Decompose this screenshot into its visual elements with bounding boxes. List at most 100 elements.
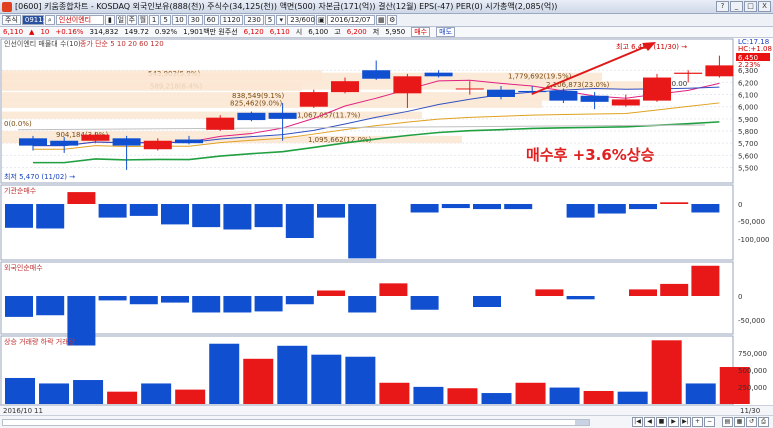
current-price: 6,110 [3, 28, 24, 36]
bar-count-input[interactable]: 23/600 [287, 15, 316, 25]
volume-bar [515, 382, 546, 404]
period-month-button[interactable]: 월 [137, 15, 148, 25]
date-axis: 2016/10 11 11/30 [0, 405, 773, 415]
sell-button[interactable]: 매도 [436, 27, 456, 37]
institution-bar [410, 204, 439, 213]
hc-label: HC:+1.08 [738, 45, 772, 53]
period-week-button[interactable]: 주 [126, 15, 137, 25]
print-icon[interactable]: ⎙ [758, 417, 769, 427]
volume-bar [39, 383, 70, 404]
volume-bar [447, 388, 478, 404]
navigation-bar: |◀ ◀ ■ ▶ ▶| + − ▤ ▦ ↺ ⎙ [0, 415, 773, 428]
first-icon[interactable]: |◀ [632, 417, 643, 427]
volume-legend: 상승 거래량 하락 거래량 [4, 337, 76, 346]
stock-chart[interactable]: 543,903(5.9%)589,218(6.4%)838,549(9.1%)8… [0, 38, 773, 405]
institution-tick-label: -50,000 [738, 218, 765, 226]
timeframe-5[interactable]: 5 [160, 15, 171, 25]
foreign-bar [161, 296, 189, 303]
trade-amount: 149.72 [124, 28, 149, 36]
institution-tick-label: 0 [738, 201, 742, 209]
institution-legend: 기관순매수 [4, 186, 37, 195]
reset-icon[interactable]: ↺ [746, 417, 757, 427]
institution-bar [473, 204, 501, 210]
volume-bar [141, 383, 172, 404]
hi-price: 6,200 [346, 28, 367, 36]
close-label: 저 [372, 28, 380, 36]
candle-body [705, 65, 734, 77]
zoom-out-icon[interactable]: − [704, 417, 715, 427]
calendar-icon[interactable]: ▦ [376, 15, 387, 25]
volume-bar [685, 383, 716, 404]
window-title: [0600] 키움종합차트 - KOSDAQ 외국인보유(888(천)) 주식수… [15, 2, 558, 11]
settings-icon[interactable]: ⚙ [387, 15, 398, 25]
type-select[interactable]: 주식 [2, 15, 21, 25]
minimize-button[interactable]: _ [730, 1, 743, 12]
timeframe-1[interactable]: 1 [148, 15, 160, 25]
date-input[interactable]: 2016/12/07 [327, 15, 376, 25]
volume-bar [617, 391, 648, 404]
last-icon[interactable]: ▶| [680, 417, 691, 427]
candle-body [81, 134, 110, 141]
app-icon [2, 1, 12, 12]
timeframe-1120[interactable]: 1120 [219, 15, 244, 25]
chevron-down-icon[interactable]: ▾ [276, 15, 287, 25]
maximize-button[interactable]: □ [744, 1, 757, 12]
foreign-legend: 외국인순매수 [4, 263, 43, 272]
foreign-bar [223, 296, 252, 313]
candle-body [268, 112, 297, 119]
grid-icon[interactable]: ▦ [734, 417, 745, 427]
candle-body [487, 89, 515, 97]
timeframe-30[interactable]: 30 [187, 15, 203, 25]
next-icon[interactable]: ▶ [668, 417, 679, 427]
period-day-button[interactable]: 일 [115, 15, 126, 25]
help-button[interactable]: ? [716, 1, 729, 12]
close-button[interactable]: X [758, 1, 771, 12]
chart-type-icon[interactable]: ▮ [104, 15, 115, 25]
timeframe-custom[interactable]: 5 [264, 15, 276, 25]
candle-body [331, 81, 359, 93]
foreign-bar [629, 289, 657, 296]
candle-body [518, 90, 547, 93]
institution-bar [317, 204, 345, 218]
layout-icon[interactable]: ▤ [722, 417, 733, 427]
quote-bar: 6,110 ▲ 10 +0.16% 314,832 149.72 0.92% 1… [0, 27, 773, 38]
institution-bar [691, 204, 720, 213]
zoom-in-icon[interactable]: + [692, 417, 703, 427]
scrollbar-thumb[interactable] [575, 420, 589, 425]
stock-code-input[interactable]: 091120 [21, 15, 52, 25]
hi-label: 고 [334, 28, 341, 36]
candle-body [424, 72, 453, 77]
volume-bar [379, 382, 410, 404]
turnover-rate: 0.92% [154, 28, 178, 36]
timeframe-10[interactable]: 10 [171, 15, 187, 25]
callout-text: 매수후 +3.6%상승 [526, 146, 655, 164]
volume-profile-label: 1,779,692(19.5%) [508, 73, 572, 81]
volume-bar [243, 358, 274, 404]
institution-bar [36, 204, 65, 229]
price-tick-label: 5,900 [738, 116, 758, 124]
volume-bar [175, 389, 206, 404]
candle-body [362, 70, 391, 79]
volume-bar [73, 380, 104, 404]
candle-body [237, 112, 266, 121]
axis-start-day: 11 [34, 407, 43, 415]
buy-button[interactable]: 매수 [411, 27, 431, 37]
volume-tick-label: 500,000 [738, 367, 767, 375]
timeframe-230[interactable]: 230 [244, 15, 264, 25]
lock-icon[interactable]: ▣ [316, 15, 327, 25]
foreign-bar [285, 296, 314, 305]
institution-bar [67, 192, 96, 204]
prev-icon[interactable]: ◀ [644, 417, 655, 427]
institution-bar [629, 204, 657, 210]
volume-bar [277, 345, 308, 404]
amount-unit: 1,901백만 원주선 [183, 28, 238, 36]
chart-scrollbar[interactable] [2, 419, 590, 426]
search-icon[interactable]: ⌕ [44, 15, 55, 25]
toolbar: 주식 091120 ⌕ 인선이엔티 ▮ 일 주 월 1 5 10 30 60 1… [0, 14, 773, 27]
stock-name: 인선이엔티 [55, 15, 104, 25]
volume-tick-label: 750,000 [738, 350, 767, 358]
timeframe-60[interactable]: 60 [203, 15, 219, 25]
stop-icon[interactable]: ■ [656, 417, 667, 427]
title-bar: [0600] 키움종합차트 - KOSDAQ 외국인보유(888(천)) 주식수… [0, 0, 773, 14]
institution-bar [161, 204, 189, 225]
